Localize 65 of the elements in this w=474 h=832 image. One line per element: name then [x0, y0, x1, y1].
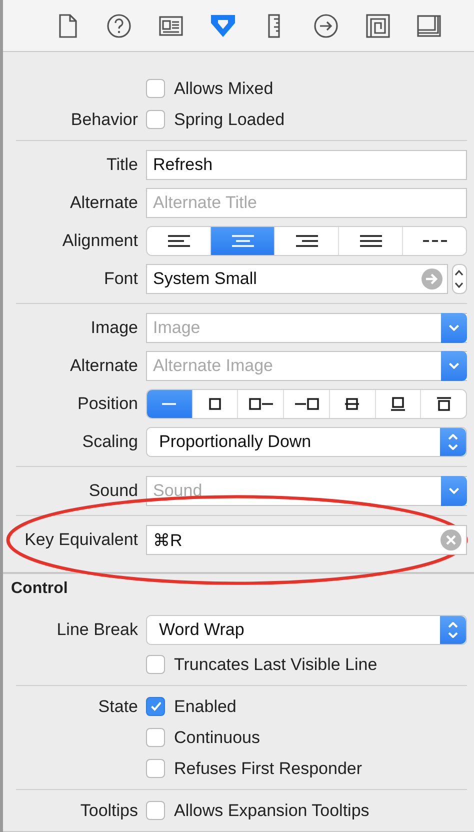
card-icon: [159, 16, 184, 36]
window-icon: [417, 14, 442, 36]
shield-arrow-icon: [210, 14, 235, 36]
segmented-control[interactable]: [146, 389, 467, 419]
dashes-icon: [422, 240, 446, 242]
up-down-chevron-icon: [455, 270, 464, 288]
checkbox[interactable]: [146, 801, 165, 820]
field-label: Alternate: [70, 356, 138, 375]
checkbox[interactable]: [146, 728, 165, 747]
text-field[interactable]: Alternate Title: [146, 188, 467, 218]
checkbox-label: Allows Expansion Tooltips: [174, 800, 370, 820]
nested-squares-icon: [366, 14, 390, 38]
up-down-chevron-icon: [448, 622, 458, 638]
align-left-icon: [168, 235, 190, 247]
font-field[interactable]: System Small: [146, 264, 448, 294]
checkbox[interactable]: [146, 110, 165, 129]
checkbox-label: Continuous: [174, 728, 260, 748]
chevron-down-icon: [449, 325, 459, 331]
checkbox-label: Enabled: [174, 696, 236, 716]
line-icon: [162, 403, 176, 405]
dropdown-button[interactable]: [441, 476, 467, 506]
field-label: Image: [90, 318, 138, 337]
page-icon: [58, 14, 77, 38]
help-icon: [107, 14, 132, 38]
checkmark-icon: [150, 702, 160, 711]
field-label: Sound: [88, 481, 138, 500]
popup-button[interactable]: Proportionally Down: [146, 427, 467, 457]
square-icon: [209, 398, 222, 410]
align-justify-icon: [360, 235, 382, 247]
checkbox[interactable]: [146, 655, 165, 674]
ruler-icon: [268, 14, 280, 38]
checkbox-label: Refuses First Responder: [174, 758, 362, 778]
square-line-icon: [248, 398, 273, 410]
field-label: Alignment: [62, 231, 138, 250]
checkbox-label: Spring Loaded: [174, 110, 285, 130]
field-label: State: [98, 696, 138, 716]
key-equivalent-field[interactable]: ⌘R: [146, 525, 467, 555]
text-field[interactable]: Refresh: [146, 150, 467, 180]
chevron-down-icon: [449, 488, 459, 494]
field-label: Key Equivalent: [24, 530, 138, 549]
arrow-circle-icon: [314, 14, 338, 38]
dropdown-button[interactable]: [441, 313, 467, 343]
checkbox[interactable]: [146, 697, 165, 716]
field-label: Scaling: [82, 432, 138, 451]
align-right-icon: [296, 235, 318, 247]
chevron-down-icon: [449, 363, 459, 369]
field-label: Font: [104, 269, 138, 288]
field-label: Behavior: [70, 110, 138, 128]
segment[interactable]: [420, 390, 466, 418]
dropdown-button[interactable]: [441, 351, 467, 381]
field-label: Title: [106, 155, 138, 174]
field-label: Line Break: [56, 620, 138, 639]
section-title: Control: [10, 579, 68, 599]
align-center-icon: [232, 235, 254, 247]
checkbox[interactable]: [146, 79, 165, 98]
checkbox[interactable]: [146, 759, 165, 778]
stepper[interactable]: [452, 264, 467, 294]
popup-button[interactable]: Word Wrap: [146, 615, 467, 645]
up-down-chevron-icon: [448, 434, 458, 450]
checkbox-label: Truncates Last Visible Line: [174, 654, 378, 674]
field-label: Tooltips: [80, 800, 138, 820]
segmented-control[interactable]: [146, 226, 467, 256]
checkbox-label: Allows Mixed: [174, 78, 274, 98]
field-label: Alternate: [70, 193, 138, 212]
field-label: Position: [78, 394, 138, 413]
